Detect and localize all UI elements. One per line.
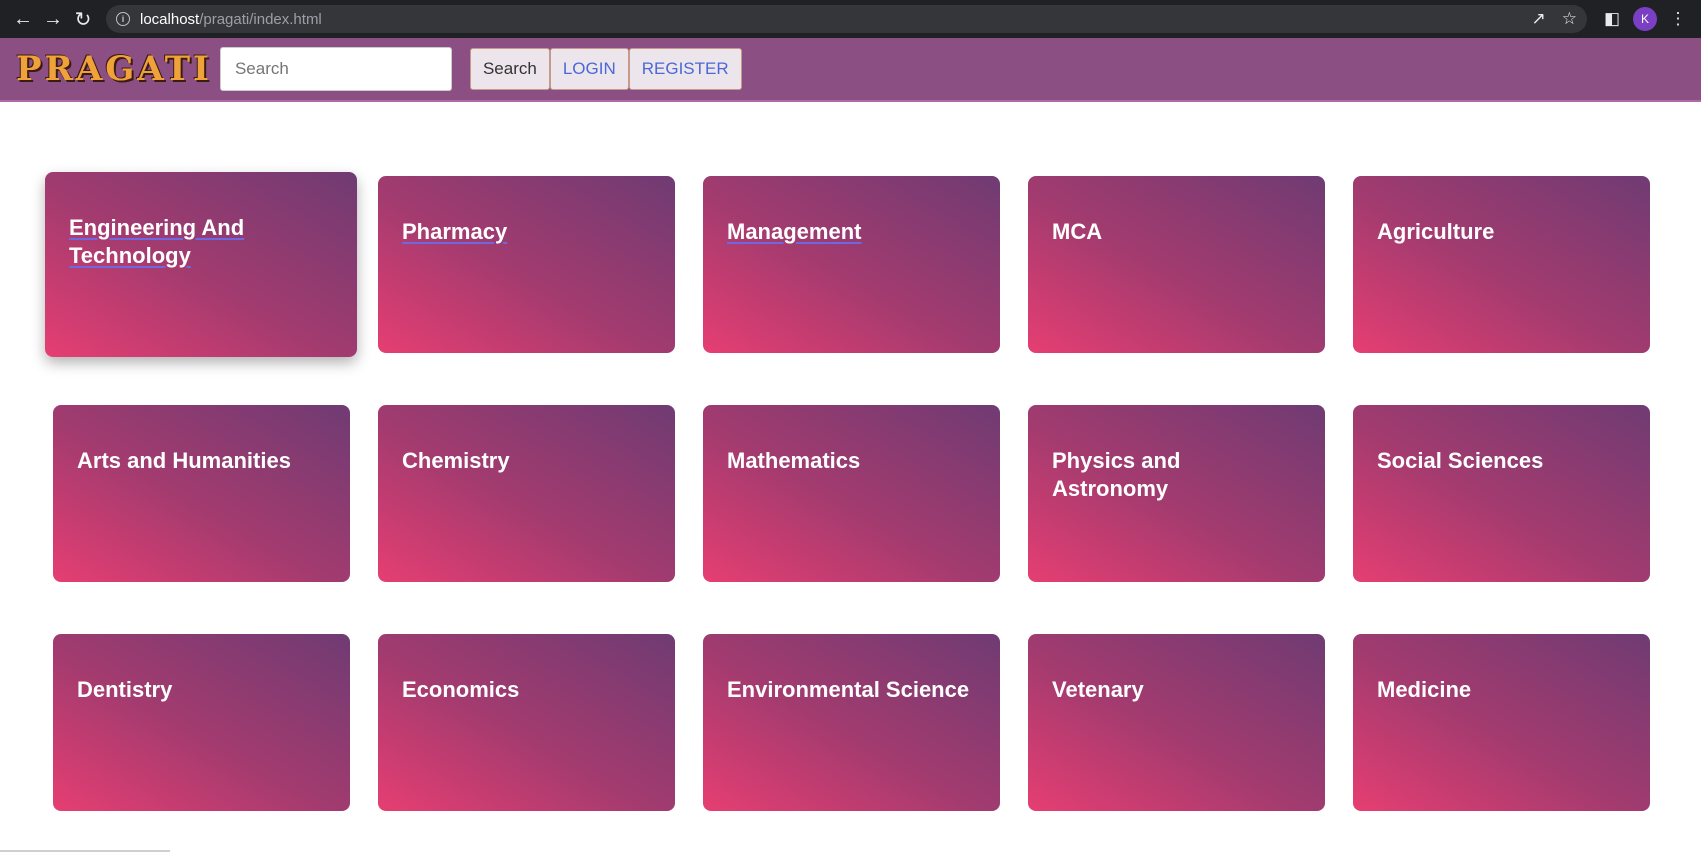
card-arts-humanities[interactable]: Arts and Humanities bbox=[53, 405, 350, 582]
card-label: Medicine bbox=[1377, 677, 1472, 702]
card-label: Agriculture bbox=[1377, 219, 1495, 244]
card-label: Economics bbox=[402, 677, 520, 702]
back-icon[interactable]: ← bbox=[8, 4, 38, 34]
avatar[interactable]: K bbox=[1633, 7, 1657, 31]
address-bar[interactable]: i localhost/pragati/index.html ↗ ☆ bbox=[106, 5, 1587, 33]
card-label: Physics and Astronomy bbox=[1052, 448, 1181, 501]
card-mca[interactable]: MCA bbox=[1028, 176, 1325, 353]
card-management[interactable]: Management bbox=[703, 176, 1000, 353]
register-button[interactable]: REGISTER bbox=[628, 48, 742, 90]
card-engineering[interactable]: Engineering And Technology bbox=[45, 172, 357, 357]
card-label: Environmental Science bbox=[727, 677, 970, 702]
share-icon[interactable]: ↗ bbox=[1532, 9, 1546, 29]
reload-icon[interactable]: ↻ bbox=[68, 4, 98, 34]
card-label: Dentistry bbox=[77, 677, 173, 702]
card-social-sciences[interactable]: Social Sciences bbox=[1353, 405, 1650, 582]
card-label: Mathematics bbox=[727, 448, 861, 473]
star-icon[interactable]: ☆ bbox=[1562, 9, 1577, 29]
url-host: localhost bbox=[140, 10, 200, 28]
login-button[interactable]: LOGIN bbox=[549, 48, 629, 90]
card-label: Arts and Humanities bbox=[77, 448, 291, 473]
side-panel-icon[interactable]: ◧ bbox=[1597, 4, 1627, 34]
logo[interactable]: PRAGATI bbox=[16, 49, 212, 89]
category-grid: Engineering And Technology Pharmacy Mana… bbox=[0, 102, 1701, 852]
menu-icon[interactable]: ⋮ bbox=[1663, 4, 1693, 34]
search-button[interactable]: Search bbox=[469, 48, 550, 90]
card-dentistry[interactable]: Dentistry bbox=[53, 634, 350, 811]
card-label: Pharmacy bbox=[402, 219, 508, 244]
card-physics-astronomy[interactable]: Physics and Astronomy bbox=[1028, 405, 1325, 582]
card-label: Management bbox=[727, 219, 862, 244]
url-path: /pragati/index.html bbox=[199, 10, 322, 28]
card-label: MCA bbox=[1052, 219, 1103, 244]
card-medicine[interactable]: Medicine bbox=[1353, 634, 1650, 811]
card-vetenary[interactable]: Vetenary bbox=[1028, 634, 1325, 811]
card-pharmacy[interactable]: Pharmacy bbox=[378, 176, 675, 353]
card-economics[interactable]: Economics bbox=[378, 634, 675, 811]
card-label: Vetenary bbox=[1052, 677, 1144, 702]
card-environmental-science[interactable]: Environmental Science bbox=[703, 634, 1000, 811]
search-input[interactable] bbox=[219, 47, 452, 91]
browser-toolbar: ← → ↻ i localhost/pragati/index.html ↗ ☆… bbox=[0, 0, 1701, 38]
card-label: Chemistry bbox=[402, 448, 510, 473]
card-chemistry[interactable]: Chemistry bbox=[378, 405, 675, 582]
forward-icon[interactable]: → bbox=[38, 4, 68, 34]
site-header: PRAGATI Search LOGIN REGISTER bbox=[0, 38, 1701, 102]
card-mathematics[interactable]: Mathematics bbox=[703, 405, 1000, 582]
card-label: Engineering And Technology bbox=[69, 215, 245, 268]
card-label: Social Sciences bbox=[1377, 448, 1544, 473]
info-icon[interactable]: i bbox=[116, 12, 130, 26]
card-agriculture[interactable]: Agriculture bbox=[1353, 176, 1650, 353]
